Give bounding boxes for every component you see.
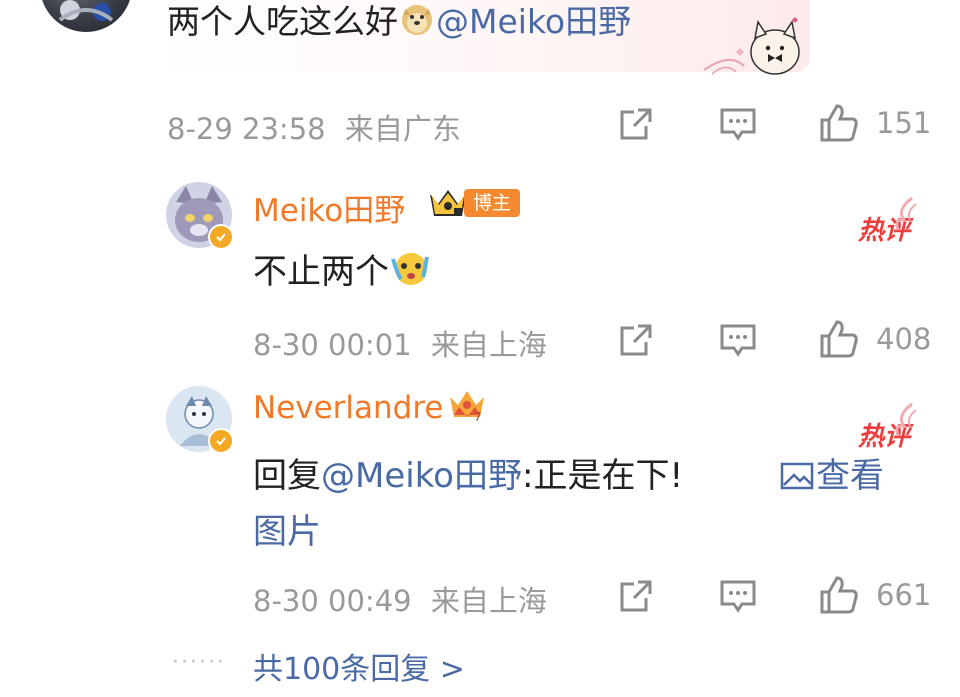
location: 来自上海: [430, 328, 547, 362]
comment-text: 两个人吃这么好 @Meiko田野: [167, 0, 631, 48]
doge-emoji-icon: [400, 3, 434, 48]
like-count: 151: [876, 106, 932, 140]
comment-body: 两个人吃这么好: [167, 2, 398, 41]
comment-icon[interactable]: [718, 104, 758, 144]
more-dots: ······: [172, 650, 226, 675]
timestamp: 8-30 00:01: [253, 328, 412, 362]
reply-prefix: 回复: [253, 456, 321, 496]
like-count: 408: [876, 322, 932, 356]
verified-badge-icon: [208, 428, 234, 454]
share-icon[interactable]: [616, 104, 656, 144]
reply-body: 不止两个: [253, 252, 389, 292]
sticker-decoration: [700, 12, 810, 80]
cry-face-emoji-icon: [391, 249, 431, 296]
view-image-link[interactable]: 查看: [778, 448, 884, 500]
share-icon[interactable]: [616, 320, 656, 360]
like-icon[interactable]: [818, 102, 858, 142]
share-icon[interactable]: [616, 576, 656, 616]
hot-flame-icon: [890, 196, 920, 236]
avatar[interactable]: [40, 0, 132, 32]
reply-text: 回复@Meiko田野:正是在下!: [253, 448, 683, 497]
view-more-replies-link[interactable]: 共100条回复 >: [253, 644, 465, 688]
mention-link[interactable]: @Meiko田野: [436, 2, 631, 41]
comment-meta: 8-29 23:58 来自广东: [167, 106, 461, 148]
crown-level-icon: 7: [446, 387, 488, 429]
blogger-badge-label: 博主: [464, 189, 521, 217]
comment-icon[interactable]: [718, 576, 758, 616]
timestamp: 8-29 23:58: [167, 112, 326, 146]
view-image-label-cont[interactable]: 图片: [253, 512, 321, 552]
username-text[interactable]: Meiko田野: [253, 193, 405, 229]
view-image-label[interactable]: 查看: [816, 456, 884, 496]
username[interactable]: Meiko田野: [253, 185, 405, 230]
timestamp: 8-30 00:49: [253, 584, 412, 618]
comment-icon[interactable]: [718, 320, 758, 360]
blogger-badge: 博主: [464, 189, 521, 217]
avatar[interactable]: [166, 386, 234, 454]
location: 来自上海: [430, 584, 547, 618]
image-icon: [780, 460, 814, 500]
location: 来自广东: [344, 112, 461, 146]
username-text[interactable]: Neverlandre: [253, 390, 444, 426]
like-icon[interactable]: [818, 318, 858, 358]
username[interactable]: Neverlandre: [253, 390, 444, 426]
reply-meta: 8-30 00:01 来自上海: [253, 322, 547, 364]
reply-body: :正是在下!: [521, 456, 684, 496]
reply-meta: 8-30 00:49 来自上海: [253, 578, 547, 620]
reply-text: 不止两个: [253, 244, 433, 296]
verified-badge-icon: [208, 224, 234, 250]
view-image-link-cont[interactable]: 图片: [253, 504, 321, 553]
like-icon[interactable]: [818, 574, 858, 614]
mention-link[interactable]: @Meiko田野: [321, 456, 522, 496]
svg-text:7: 7: [474, 410, 482, 424]
hot-flame-icon: [890, 402, 920, 442]
like-count: 661: [876, 578, 932, 612]
avatar[interactable]: [166, 182, 234, 250]
